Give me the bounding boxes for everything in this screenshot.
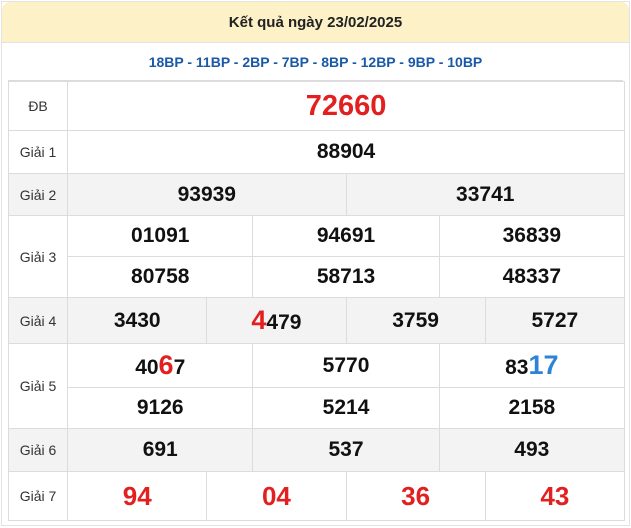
- prize-g3-value: 36839: [438, 215, 626, 257]
- value-pre: 83: [505, 356, 529, 379]
- prize-g3-value: 48337: [438, 256, 626, 298]
- prize-g3-value: 94691: [252, 215, 440, 257]
- prize-g5-value: 4067: [67, 343, 254, 388]
- prize-g7-value: 94: [67, 471, 208, 521]
- prize-g2-value: 33741: [345, 173, 626, 216]
- row-g3b: 80758 58713 48337: [9, 256, 626, 298]
- prize-g4-value: 3430: [67, 297, 208, 344]
- prize-db-value: 72660: [67, 81, 625, 131]
- prize-g5-value: 8317: [438, 343, 626, 388]
- label-g6: Giải 6: [7, 428, 69, 472]
- results-panel: Kết quả ngày 23/02/2025 18BP - 11BP - 2B…: [1, 1, 630, 526]
- row-g3: Giải 3 01091 94691 36839: [7, 215, 626, 298]
- prize-g2-value: 93939: [67, 173, 347, 216]
- label-g2: Giải 2: [7, 173, 69, 216]
- label-g7: Giải 7: [7, 471, 69, 521]
- prize-g6-value: 691: [67, 428, 254, 472]
- prize-g7-value: 36: [345, 471, 486, 521]
- prize-g7-value: 04: [206, 471, 347, 521]
- row-g6: Giải 6 691 537 493: [7, 428, 626, 472]
- row-g2: Giải 2 93939 33741: [7, 173, 626, 216]
- prize-g3-value: 80758: [67, 256, 254, 298]
- prize-g4-value: 3759: [345, 297, 486, 344]
- label-g1: Giải 1: [7, 130, 69, 174]
- row-g5: Giải 5 4067 5770 8317: [7, 343, 626, 429]
- highlight-digit: 6: [158, 350, 174, 380]
- prize-g5-value: 5214: [252, 387, 440, 429]
- value-pre: 40: [135, 356, 159, 379]
- highlight-digit: 17: [528, 350, 559, 380]
- value-post: 7: [173, 356, 186, 379]
- row-g1: Giải 1 88904: [7, 130, 625, 174]
- prize-g3-value: 01091: [67, 215, 254, 257]
- prize-g5-value: 5770: [252, 343, 440, 388]
- prize-g5-value: 9126: [67, 387, 254, 429]
- label-g3: Giải 3: [7, 215, 69, 298]
- label-g4: Giải 4: [7, 297, 69, 344]
- label-db: ĐB: [7, 81, 69, 131]
- highlight-digit: 4: [251, 305, 267, 335]
- results-header: Kết quả ngày 23/02/2025: [2, 2, 629, 43]
- value-rest: 479: [266, 311, 302, 334]
- prize-g6-value: 537: [252, 428, 440, 472]
- row-g7: Giải 7 94 04 36 43: [7, 471, 626, 521]
- prize-g1-value: 88904: [67, 130, 625, 174]
- row-g4: Giải 4 3430 4479 3759 5727: [7, 297, 626, 344]
- prize-g6-value: 493: [438, 428, 626, 472]
- prize-g5-value: 2158: [438, 387, 626, 429]
- row-db: ĐB 72660: [7, 81, 625, 131]
- prize-g3-value: 58713: [252, 256, 440, 298]
- label-g5: Giải 5: [7, 343, 69, 429]
- draw-codes: 18BP - 11BP - 2BP - 7BP - 8BP - 12BP - 9…: [8, 43, 623, 81]
- results-date-title: Kết quả ngày 23/02/2025: [228, 13, 403, 31]
- prize-g4-value: 4479: [206, 297, 347, 344]
- prize-g4-value: 5727: [484, 297, 626, 344]
- row-g5b: 9126 5214 2158: [9, 387, 626, 429]
- results-table: ĐB 72660 Giải 1 88904 Giải 2 93939 33741…: [7, 81, 626, 521]
- prize-g7-value: 43: [484, 471, 626, 521]
